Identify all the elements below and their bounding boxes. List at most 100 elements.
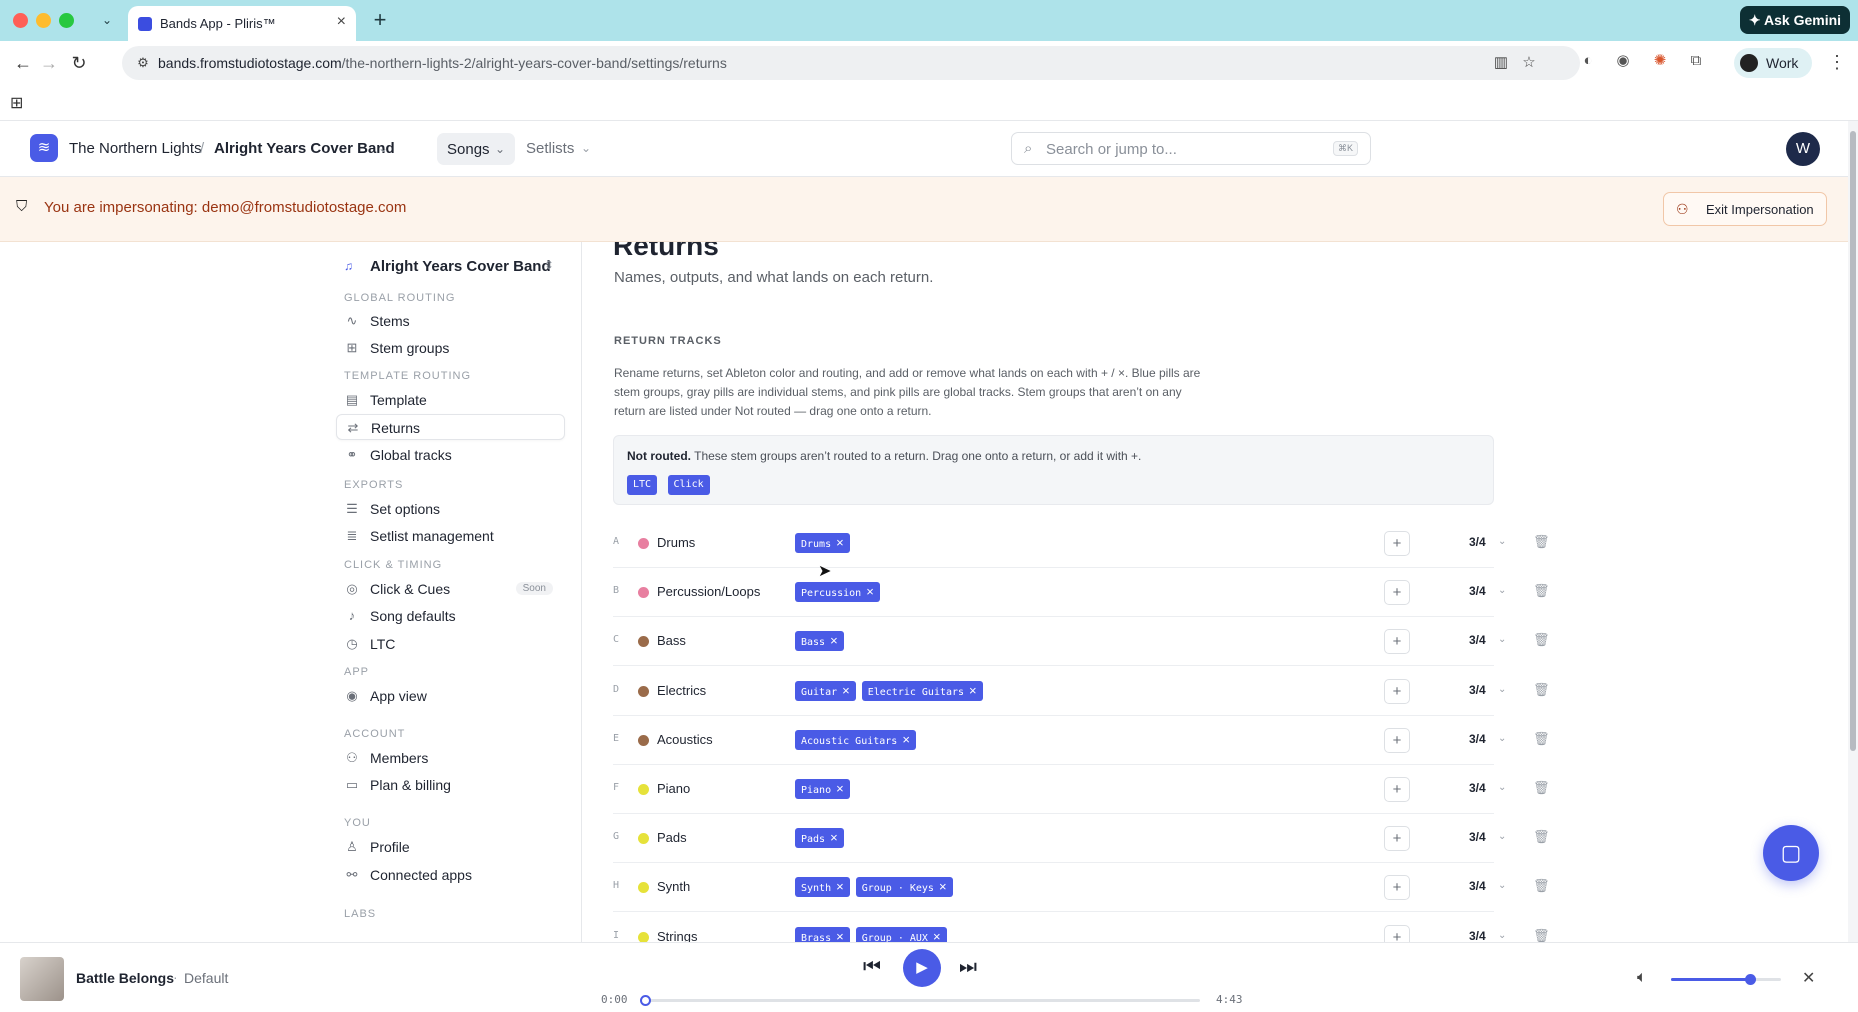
remove-pill-icon[interactable]: × — [933, 929, 941, 942]
chevron-down-icon[interactable]: ⌄ — [1498, 634, 1506, 645]
return-output-select[interactable]: 3/4 — [1469, 929, 1486, 942]
return-name[interactable]: Synth — [657, 879, 690, 894]
return-output-select[interactable]: 3/4 — [1469, 683, 1486, 697]
apps-grid-icon[interactable]: ⊞ — [10, 93, 23, 113]
volume-icon[interactable]: 🔈︎ — [1637, 969, 1647, 987]
extension-2-icon[interactable]: ✺ — [1650, 51, 1670, 71]
profile-chip[interactable]: Work — [1734, 48, 1812, 78]
return-color-swatch[interactable] — [638, 685, 649, 697]
reader-mode-icon[interactable]: ▥ — [1492, 54, 1510, 72]
stem-group-pill[interactable]: Bass × — [795, 631, 844, 652]
progress-knob[interactable] — [640, 995, 651, 1006]
window-close-button[interactable] — [13, 13, 28, 28]
remove-pill-icon[interactable]: × — [836, 535, 844, 550]
return-row[interactable]: F Piano Piano × +3/4 ⌄ 🗑︎ — [613, 765, 1550, 814]
remove-pill-icon[interactable]: × — [836, 781, 844, 796]
setlists-chevron-down-icon[interactable]: ⌄ — [581, 141, 591, 155]
chevron-down-icon[interactable]: ⌄ — [1498, 684, 1506, 695]
chevron-down-icon[interactable]: ⌄ — [1498, 733, 1506, 744]
url-text[interactable]: bands.fromstudiotostage.com/the-northern… — [158, 55, 727, 71]
add-to-return-button[interactable]: + — [1384, 678, 1410, 704]
trash-icon[interactable]: 🗑︎ — [1533, 731, 1550, 747]
browser-menu-icon[interactable]: ⋮ — [1828, 52, 1846, 73]
close-player-icon[interactable]: ✕ — [1802, 968, 1815, 988]
trash-icon[interactable]: 🗑︎ — [1533, 829, 1550, 845]
sidebar-item-template[interactable]: ▤ Template — [336, 387, 565, 413]
sidebar-item-app-view[interactable]: ◉ App view — [336, 683, 565, 709]
extensions-puzzle-icon[interactable]: ⧉ — [1686, 51, 1706, 71]
sidebar-item-click-cues[interactable]: ◎ Click & Cues Soon — [336, 576, 565, 602]
song-title[interactable]: Battle Belongs — [76, 970, 174, 986]
return-name[interactable]: Electrics — [657, 683, 706, 698]
return-name[interactable]: Acoustics — [657, 732, 713, 747]
back-arrow-icon[interactable]: ← — [11, 51, 35, 75]
play-button[interactable]: ▶ — [903, 949, 941, 987]
sidebar-item-ltc[interactable]: ◷ LTC — [336, 631, 565, 657]
search-box[interactable]: ⌕ ⌘K — [1011, 132, 1371, 165]
stem-group-pill[interactable]: Guitar × — [795, 680, 856, 701]
return-output-select[interactable]: 3/4 — [1469, 535, 1486, 549]
band-switcher[interactable]: ♫ Alright Years Cover Band ⇕ — [344, 256, 564, 280]
add-to-return-button[interactable]: + — [1384, 826, 1410, 852]
address-bar[interactable]: ⚙ bands.fromstudiotostage.com/the-northe… — [122, 46, 1580, 80]
remove-pill-icon[interactable]: × — [842, 683, 850, 698]
add-to-return-button[interactable]: + — [1384, 531, 1410, 556]
return-row[interactable]: G Pads Pads × +3/4 ⌄ 🗑︎ — [613, 814, 1550, 864]
return-name[interactable]: Percussion/Loops — [657, 584, 760, 599]
sidebar-item-returns[interactable]: ⇄ Returns — [336, 414, 565, 440]
chat-button[interactable]: ▢ — [1763, 825, 1819, 881]
window-maximize-button[interactable] — [59, 13, 74, 28]
nav-setlists[interactable]: Setlists — [526, 140, 574, 157]
return-color-swatch[interactable] — [638, 587, 649, 599]
return-color-swatch[interactable] — [638, 538, 649, 549]
skip-back-icon[interactable]: ⏮ — [863, 956, 881, 979]
exit-impersonation-button[interactable]: ⚇ Exit Impersonation — [1663, 192, 1827, 226]
stem-group-pill[interactable]: Electric Guitars × — [861, 680, 983, 701]
return-output-select[interactable]: 3/4 — [1469, 781, 1486, 795]
search-input[interactable] — [1046, 139, 1316, 159]
remove-pill-icon[interactable]: × — [866, 584, 874, 599]
trash-icon[interactable]: 🗑︎ — [1533, 780, 1550, 796]
chevron-down-icon[interactable]: ⌄ — [1498, 782, 1506, 793]
sidebar-item-setlist-management[interactable]: ≣ Setlist management — [336, 523, 565, 549]
trash-icon[interactable]: 🗑︎ — [1533, 878, 1550, 894]
sidebar-item-profile[interactable]: ♙ Profile — [336, 834, 565, 860]
return-row[interactable]: E Acoustics Acoustic Guitars × +3/4 ⌄ 🗑︎ — [613, 716, 1550, 765]
return-row[interactable]: H Synth Synth × Group · Keys × +3/4 ⌄ 🗑︎ — [613, 863, 1550, 913]
trash-icon[interactable]: 🗑︎ — [1533, 534, 1550, 550]
return-row[interactable]: I Strings Brass × Group · AUX × +3/4 ⌄ 🗑︎ — [613, 913, 1550, 942]
return-output-select[interactable]: 3/4 — [1469, 633, 1486, 647]
stem-group-pill[interactable]: LTC — [627, 475, 658, 495]
remove-pill-icon[interactable]: × — [836, 929, 844, 942]
return-name[interactable]: Bass — [657, 633, 686, 648]
browser-tab-active[interactable]: Bands App - Pliris™ × — [128, 6, 356, 41]
stem-group-pill[interactable]: Percussion × — [795, 582, 880, 603]
remove-pill-icon[interactable]: × — [939, 879, 947, 894]
return-row[interactable]: D Electrics Guitar × Electric Guitars × +3/4 ⌄ 🗑… — [613, 667, 1550, 716]
band-chevron-down-icon[interactable]: ⌄ — [378, 141, 388, 155]
album-art[interactable] — [20, 957, 64, 1001]
return-output-select[interactable]: 3/4 — [1469, 879, 1486, 893]
remove-pill-icon[interactable]: × — [830, 633, 838, 648]
trash-icon[interactable]: 🗑︎ — [1533, 583, 1550, 599]
stem-group-pill[interactable]: Piano × — [795, 779, 850, 799]
return-output-select[interactable]: 3/4 — [1469, 732, 1486, 746]
forward-arrow-icon[interactable]: → — [37, 51, 61, 75]
chevron-down-icon[interactable]: ⌄ — [1498, 585, 1506, 596]
add-to-return-button[interactable]: + — [1384, 629, 1410, 655]
return-row[interactable]: B Percussion/Loops Percussion × +3/4 ⌄ 🗑︎ — [613, 568, 1550, 618]
tab-close-icon[interactable]: × — [337, 13, 346, 31]
return-color-swatch[interactable] — [638, 882, 649, 894]
chevron-down-icon[interactable]: ⌄ — [1498, 831, 1506, 842]
add-to-return-button[interactable]: + — [1384, 924, 1410, 942]
new-tab-button[interactable]: + — [368, 7, 392, 33]
chevron-down-icon[interactable]: ⌄ — [1498, 930, 1506, 941]
return-name[interactable]: Drums — [657, 535, 695, 550]
trash-icon[interactable]: 🗑︎ — [1533, 632, 1550, 648]
chevron-down-icon[interactable]: ⌄ — [1498, 536, 1506, 547]
stem-group-pill[interactable]: Pads × — [795, 828, 844, 849]
app-logo-icon[interactable]: ≋ — [30, 134, 58, 162]
stem-group-pill[interactable]: Group · Keys × — [855, 877, 953, 898]
bookmark-star-icon[interactable]: ☆ — [1520, 54, 1538, 72]
remove-pill-icon[interactable]: × — [969, 683, 977, 698]
